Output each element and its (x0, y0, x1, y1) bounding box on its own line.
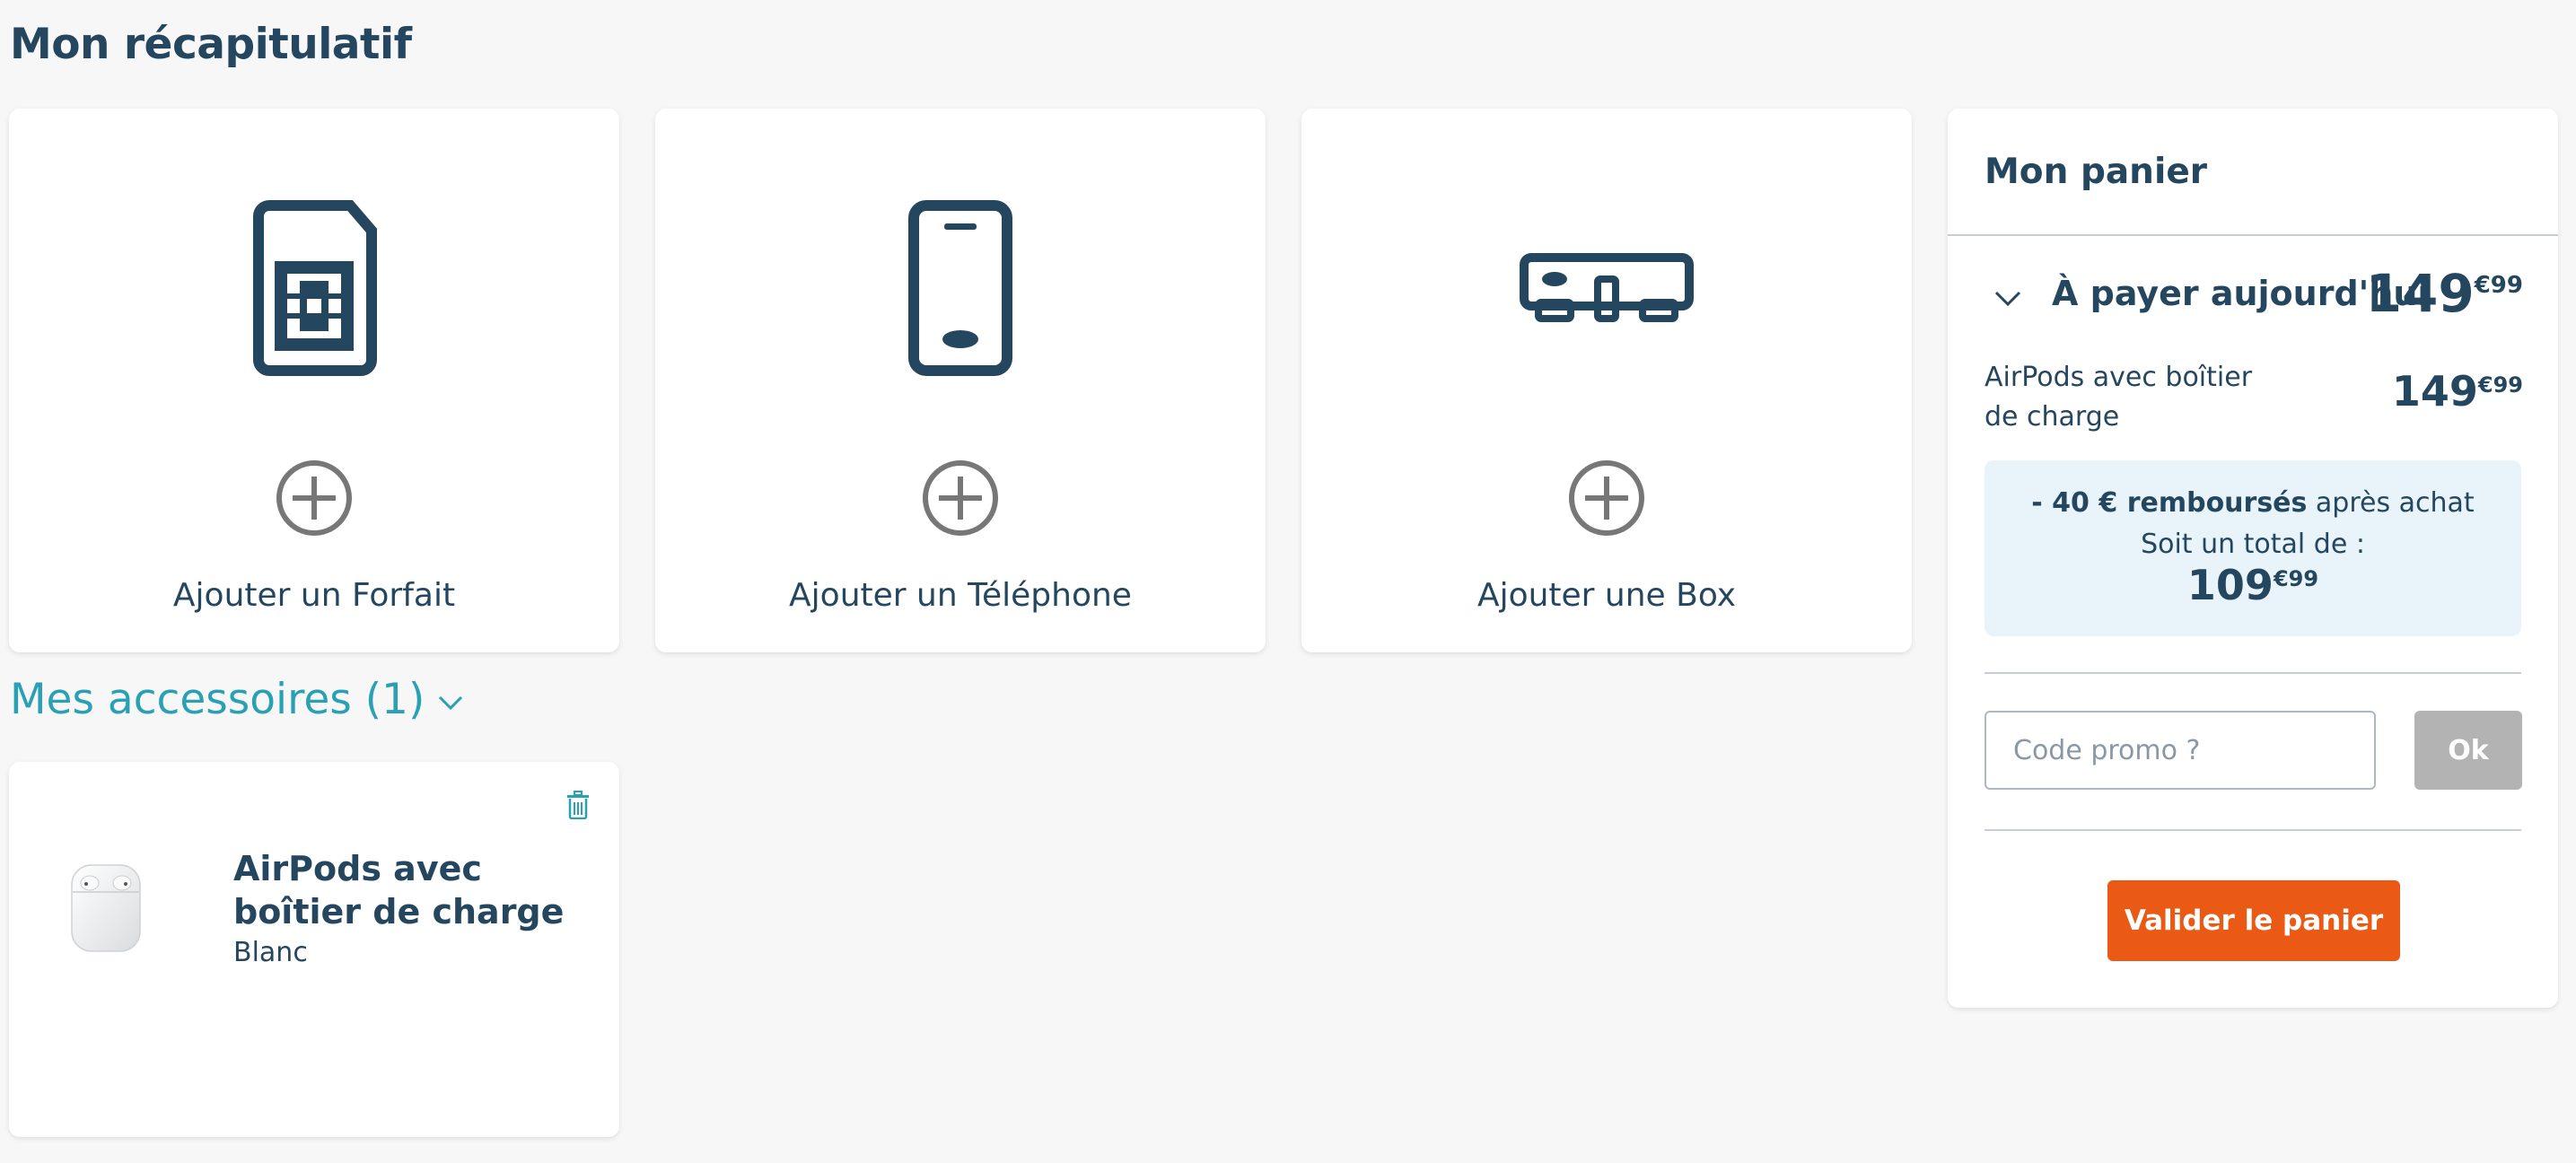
add-box-card[interactable]: Ajouter une Box (1301, 109, 1912, 652)
smartphone-icon (655, 194, 1266, 382)
divider (1985, 672, 2521, 674)
add-plan-card[interactable]: Ajouter un Forfait (9, 109, 619, 652)
divider (1985, 829, 2521, 831)
add-icon[interactable] (1567, 459, 1646, 538)
page-title: Mon récapitulatif (10, 20, 412, 69)
total-after-refund: 109€99 (2186, 561, 2319, 609)
promo-ok-button[interactable]: Ok (2414, 711, 2522, 790)
add-icon[interactable] (275, 459, 354, 538)
chevron-down-icon (439, 695, 463, 710)
refund-text: - 40 € remboursés après achat (2031, 487, 2475, 519)
pay-today-price: 149€99 (2365, 263, 2523, 324)
divider (1948, 234, 2558, 236)
add-plan-label: Ajouter un Forfait (172, 577, 456, 614)
add-icon[interactable] (921, 459, 1000, 538)
cart-item-price: 149€99 (2391, 367, 2523, 415)
cart-item-name: AirPods avec boîtier de charge (1985, 362, 2253, 433)
cart-item: AirPods avec boîtier de charge 149€99 (1985, 349, 2523, 448)
accessories-toggle[interactable]: Mes accessoires (1) (10, 675, 464, 724)
accessory-name: AirPods avec boîtier de charge (233, 849, 565, 931)
accessories-heading-label: Mes accessoires (1) (10, 675, 425, 724)
chevron-down-icon (1994, 291, 2021, 307)
accessory-card: AirPods avec boîtier de charge Blanc (9, 762, 619, 1137)
promo-code-input[interactable] (1985, 711, 2376, 790)
internet-box-icon (1301, 194, 1912, 382)
cart-title: Mon panier (1985, 152, 2207, 192)
add-phone-card[interactable]: Ajouter un Téléphone (655, 109, 1266, 652)
airpods-product-image (61, 856, 151, 957)
cart-panel: Mon panier À payer aujourd'hui 149€99 Ai… (1948, 109, 2558, 1008)
validate-cart-button[interactable]: Valider le panier (2107, 880, 2400, 961)
accessory-color: Blanc (233, 937, 308, 968)
pay-today-toggle[interactable]: À payer aujourd'hui 149€99 (1985, 263, 2523, 335)
add-phone-label: Ajouter un Téléphone (789, 577, 1132, 614)
sim-card-icon (9, 194, 619, 382)
trash-icon[interactable] (565, 791, 591, 820)
total-label: Soit un total de : (2141, 529, 2365, 560)
add-box-label: Ajouter une Box (1476, 577, 1737, 614)
refund-info-box: - 40 € remboursés après achat Soit un to… (1985, 460, 2521, 636)
